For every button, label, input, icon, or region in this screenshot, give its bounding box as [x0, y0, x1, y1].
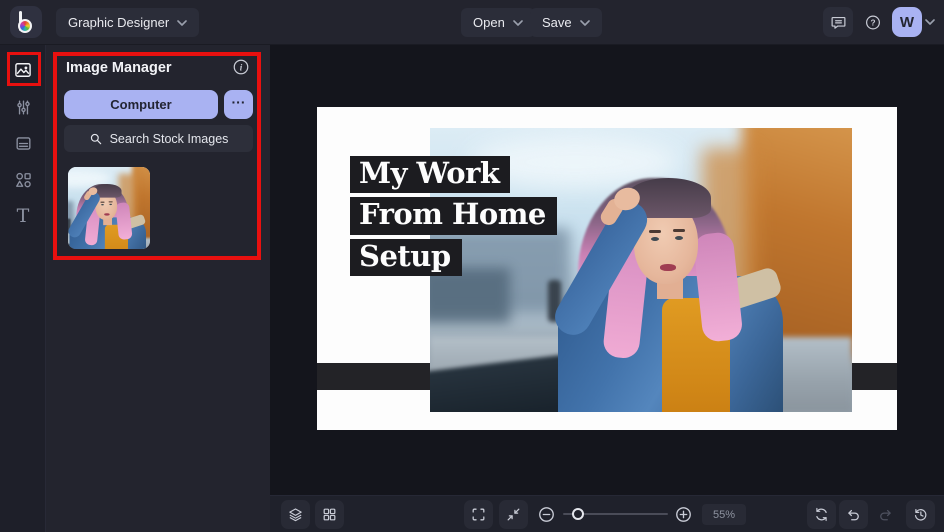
- zoom-slider-knob[interactable]: [572, 508, 584, 520]
- text-icon: T: [17, 207, 30, 226]
- grid-view-button[interactable]: [315, 500, 344, 529]
- logo-b-glyph: [18, 11, 34, 33]
- zoom-out-button[interactable]: [537, 505, 556, 524]
- open-button-label: Open: [473, 15, 505, 30]
- design-title-line: My Work: [350, 156, 510, 193]
- design-title-line: Setup: [350, 239, 462, 276]
- image-manager-panel: Image Manager i Computer ··· Search Stoc…: [46, 45, 270, 532]
- sidebar-item-image-manager[interactable]: [7, 54, 39, 86]
- search-icon: [89, 132, 103, 146]
- topbar: Graphic Designer Open Save ? W: [0, 0, 944, 45]
- chevron-down-icon: [580, 20, 590, 26]
- templates-icon: [14, 134, 33, 153]
- canvas-area: My Work From Home Setup: [270, 45, 944, 495]
- history-icon: [912, 506, 929, 523]
- grid-icon: [321, 506, 338, 523]
- zoom-slider[interactable]: [563, 504, 668, 525]
- adjust-sliders-icon: [14, 98, 33, 117]
- search-button-label: Search Stock Images: [110, 132, 229, 146]
- thumbnail-photo-woman: [68, 167, 150, 249]
- app-window: Graphic Designer Open Save ? W: [0, 0, 944, 532]
- befunky-logo-icon[interactable]: [10, 6, 42, 38]
- chat-bubble-icon: [830, 14, 847, 31]
- layers-button[interactable]: [281, 500, 310, 529]
- svg-text:?: ?: [870, 18, 875, 27]
- shapes-icon: [13, 170, 33, 190]
- panel-title: Image Manager: [66, 60, 172, 76]
- help-icon: ?: [864, 12, 882, 33]
- undo-button[interactable]: [839, 500, 868, 529]
- collapse-icon: [505, 506, 522, 523]
- computer-button-label: Computer: [110, 97, 171, 112]
- sidebar-item-templates[interactable]: [7, 127, 39, 159]
- help-button[interactable]: ?: [858, 7, 888, 37]
- chevron-down-icon: [177, 20, 187, 26]
- account-chevron-down-icon[interactable]: [925, 19, 935, 25]
- search-stock-images-button[interactable]: Search Stock Images: [64, 125, 253, 152]
- open-button[interactable]: Open: [461, 8, 535, 37]
- save-button-label: Save: [542, 15, 572, 30]
- avatar-initial: W: [900, 14, 914, 31]
- design-title-line: From Home: [350, 197, 557, 234]
- refresh-icon: [813, 506, 830, 523]
- stock-image-thumbnail[interactable]: [68, 167, 150, 249]
- mode-selector-label: Graphic Designer: [68, 15, 169, 30]
- design-canvas[interactable]: My Work From Home Setup: [317, 107, 897, 430]
- undo-icon: [845, 506, 862, 523]
- collapse-view-button[interactable]: [499, 500, 528, 529]
- redo-icon: [877, 506, 894, 523]
- refresh-canvas-button[interactable]: [807, 500, 836, 529]
- design-title-text[interactable]: My Work From Home Setup: [350, 156, 557, 280]
- sidebar-item-text[interactable]: T: [7, 200, 39, 232]
- canvas-toolbar: 55%: [270, 495, 944, 532]
- redo-button[interactable]: [871, 500, 900, 529]
- chevron-down-icon: [513, 20, 523, 26]
- image-icon: [13, 60, 33, 80]
- zoom-in-button[interactable]: [674, 505, 693, 524]
- user-avatar[interactable]: W: [892, 7, 922, 37]
- sidebar: T: [0, 45, 46, 532]
- feedback-chat-button[interactable]: [823, 7, 853, 37]
- fit-to-screen-button[interactable]: [464, 500, 493, 529]
- fullscreen-icon: [470, 506, 487, 523]
- sidebar-item-graphics[interactable]: [7, 164, 39, 196]
- computer-upload-button[interactable]: Computer: [64, 90, 218, 119]
- sidebar-item-edit[interactable]: [7, 91, 39, 123]
- mode-selector-button[interactable]: Graphic Designer: [56, 8, 199, 37]
- info-button[interactable]: i: [232, 58, 250, 76]
- ellipsis-icon: ···: [232, 94, 246, 110]
- layers-icon: [287, 506, 304, 524]
- history-button[interactable]: [906, 500, 935, 529]
- zoom-level-value[interactable]: 55%: [702, 504, 746, 525]
- svg-text:i: i: [240, 62, 243, 72]
- more-options-button[interactable]: ···: [224, 90, 253, 119]
- save-button[interactable]: Save: [530, 8, 602, 37]
